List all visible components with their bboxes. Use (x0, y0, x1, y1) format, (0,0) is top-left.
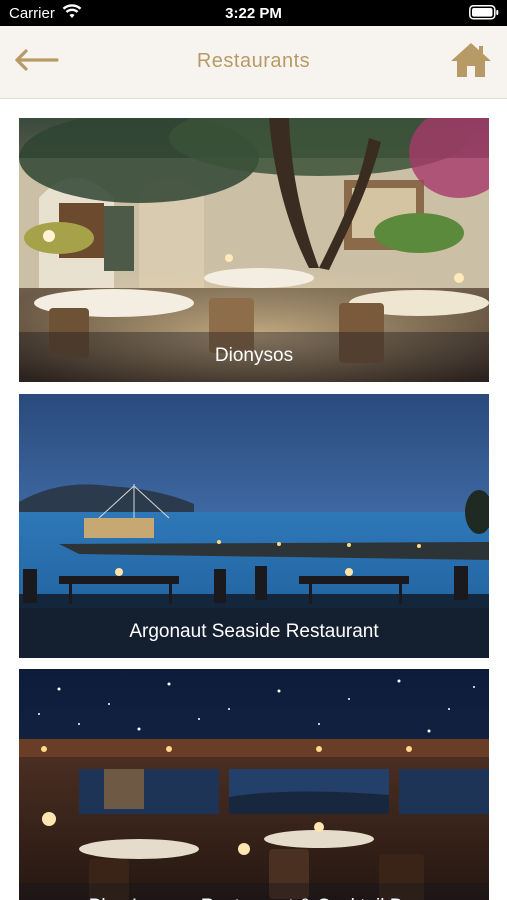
home-button[interactable] (449, 42, 493, 82)
status-bar: Carrier 3:22 PM (0, 0, 507, 26)
clock: 3:22 PM (225, 5, 282, 22)
restaurant-name: Blue Lagoon Restaurant & Cocktail Bar (19, 883, 489, 900)
home-icon (450, 42, 492, 83)
restaurant-card-dionysos[interactable]: Dionysos (19, 118, 489, 382)
restaurant-name: Dionysos (19, 332, 489, 382)
restaurant-list[interactable]: Dionysos Argonaut Seaside Restaurant (0, 99, 507, 900)
restaurant-card-blue-lagoon[interactable]: Blue Lagoon Restaurant & Cocktail Bar (19, 669, 489, 900)
page-title: Restaurants (196, 50, 311, 72)
restaurant-card-argonaut[interactable]: Argonaut Seaside Restaurant (19, 394, 489, 658)
restaurant-name: Argonaut Seaside Restaurant (19, 608, 489, 658)
restaurant-photo (19, 669, 489, 900)
nav-bar: Restaurants (0, 26, 507, 99)
battery-icon (469, 5, 499, 24)
